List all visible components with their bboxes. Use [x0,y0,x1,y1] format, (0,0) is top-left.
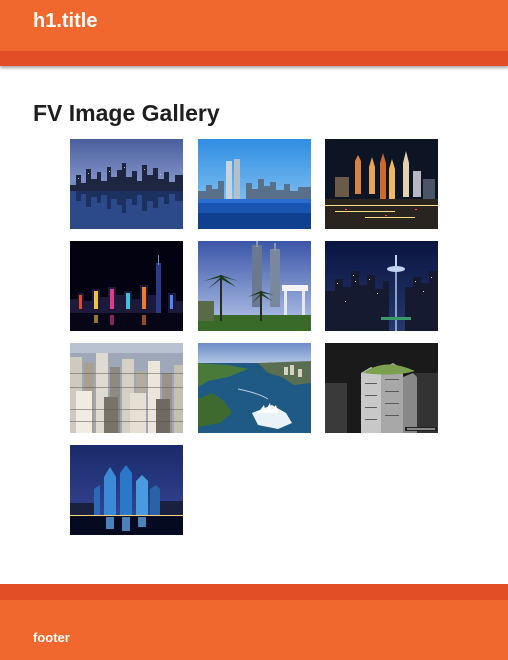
gallery-thumbnail[interactable] [70,445,183,535]
header-band [0,51,508,66]
gallery-thumbnail[interactable] [198,241,311,331]
casino-towers-night-image [325,139,438,229]
gallery-thumbnail[interactable] [198,139,311,229]
rooftop-garden-towers-image [325,343,438,433]
gallery-thumbnail[interactable] [70,343,183,433]
footer-text: footer [33,630,70,645]
gallery-heading: FV Image Gallery [33,100,220,126]
gallery-thumbnail[interactable] [198,343,311,433]
blue-skyscrapers-night-image [70,445,183,535]
gallery-thumbnail[interactable] [70,139,183,229]
gallery-thumbnail[interactable] [70,241,183,331]
harbour-night-skyline-image [70,241,183,331]
palm-trees-towers-image [198,241,311,331]
dense-city-image [70,343,183,433]
harbour-aerial-image [198,343,311,433]
skyline-reflection-image [70,139,183,229]
site-title: h1.title [33,10,98,32]
gallery-thumbnail[interactable] [325,139,438,229]
twin-towers-skyline-image [198,139,311,229]
site-footer: footer [0,584,508,660]
site-header: h1.title [0,0,508,66]
footer-band [0,584,508,600]
gallery-thumbnail[interactable] [325,241,438,331]
space-needle-night-image [325,241,438,331]
gallery-thumbnail[interactable] [325,343,438,433]
